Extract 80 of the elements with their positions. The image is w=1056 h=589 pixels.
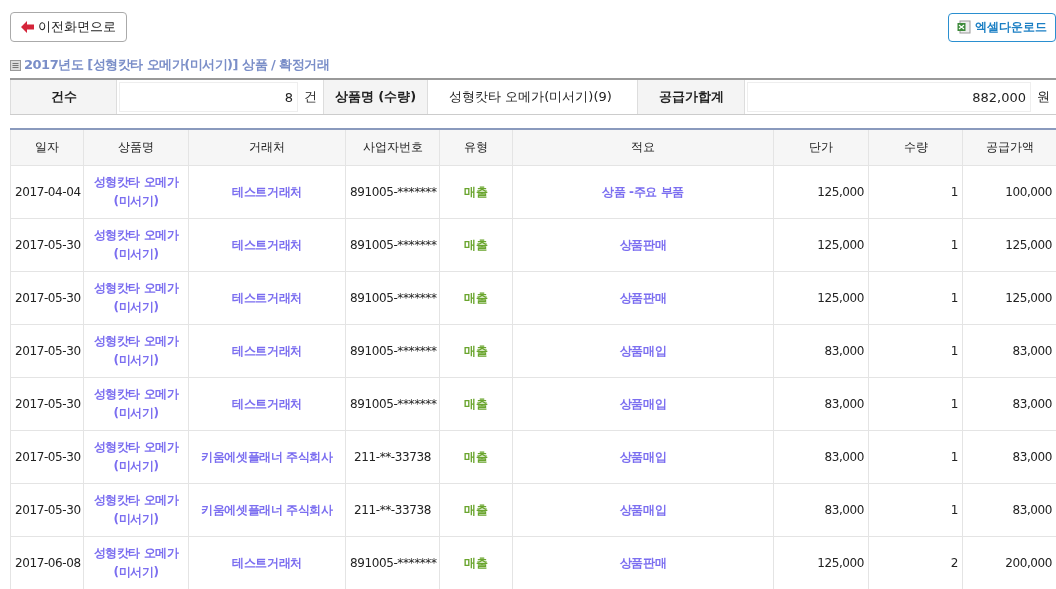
partner-link[interactable]: 키움에셋플래너 주식회사 (188, 483, 346, 537)
date-cell: 2017-06-08 (10, 536, 84, 589)
price-cell: 125,000 (773, 271, 869, 325)
back-button[interactable]: 이전화면으로 (10, 12, 127, 42)
memo-link[interactable]: 상품매입 (512, 324, 774, 378)
column-header: 유형 (439, 129, 513, 166)
column-header: 거래처 (188, 129, 346, 166)
product-link[interactable]: 성형캇타 오메가(미서기) (83, 218, 189, 272)
type-cell: 매출 (439, 377, 513, 431)
business-number-cell: 891005-******* (345, 324, 440, 378)
memo-link[interactable]: 상품매입 (512, 377, 774, 431)
price-cell: 83,000 (773, 324, 869, 378)
memo-link[interactable]: 상품매입 (512, 430, 774, 484)
partner-link[interactable]: 테스트거래처 (188, 377, 346, 431)
column-header: 적요 (512, 129, 774, 166)
memo-link[interactable]: 상품판매 (512, 271, 774, 325)
partner-link[interactable]: 테스트거래처 (188, 324, 346, 378)
total-field: 882,000 (747, 82, 1031, 112)
column-header: 사업자번호 (345, 129, 440, 166)
quantity-cell: 1 (868, 377, 963, 431)
quantity-cell: 1 (868, 218, 963, 272)
count-label: 건수 (10, 80, 117, 114)
business-number-cell: 891005-******* (345, 218, 440, 272)
product-label: 상품명 (수량) (323, 80, 428, 114)
business-number-cell: 211-**-33738 (345, 483, 440, 537)
quantity-cell: 1 (868, 430, 963, 484)
quantity-cell: 1 (868, 483, 963, 537)
column-header: 단가 (773, 129, 869, 166)
count-field: 8 (119, 82, 298, 112)
quantity-cell: 1 (868, 271, 963, 325)
price-cell: 83,000 (773, 430, 869, 484)
product-link[interactable]: 성형캇타 오메가(미서기) (83, 165, 189, 219)
excel-download-button[interactable]: 엑셀다운로드 (948, 12, 1056, 42)
memo-link[interactable]: 상품판매 (512, 218, 774, 272)
type-cell: 매출 (439, 218, 513, 272)
business-number-cell: 211-**-33738 (345, 430, 440, 484)
date-cell: 2017-05-30 (10, 324, 84, 378)
product-link[interactable]: 성형캇타 오메가(미서기) (83, 324, 189, 378)
type-cell: 매출 (439, 165, 513, 219)
partner-link[interactable]: 테스트거래처 (188, 165, 346, 219)
date-cell: 2017-04-04 (10, 165, 84, 219)
price-cell: 83,000 (773, 483, 869, 537)
list-icon (10, 59, 21, 71)
page-title: 2017년도 [성형캇타 오메가(미서기)] 상품 / 확정거래 (24, 56, 330, 74)
quantity-cell: 1 (868, 165, 963, 219)
spreadsheet-icon (957, 20, 971, 34)
type-cell: 매출 (439, 271, 513, 325)
product-link[interactable]: 성형캇타 오메가(미서기) (83, 430, 189, 484)
column-header: 상품명 (83, 129, 189, 166)
arrow-left-icon (21, 21, 35, 33)
price-cell: 83,000 (773, 377, 869, 431)
partner-link[interactable]: 테스트거래처 (188, 271, 346, 325)
product-link[interactable]: 성형캇타 오메가(미서기) (83, 377, 189, 431)
price-cell: 125,000 (773, 165, 869, 219)
column-header: 공급가액 (962, 129, 1056, 166)
date-cell: 2017-05-30 (10, 377, 84, 431)
date-cell: 2017-05-30 (10, 483, 84, 537)
business-number-cell: 891005-******* (345, 377, 440, 431)
price-cell: 125,000 (773, 218, 869, 272)
product-link[interactable]: 성형캇타 오메가(미서기) (83, 483, 189, 537)
total-label: 공급가합계 (637, 80, 745, 114)
column-header: 일자 (10, 129, 84, 166)
memo-link[interactable]: 상품매입 (512, 483, 774, 537)
business-number-cell: 891005-******* (345, 271, 440, 325)
total-unit: 원 (1037, 88, 1050, 106)
date-cell: 2017-05-30 (10, 271, 84, 325)
business-number-cell: 891005-******* (345, 165, 440, 219)
type-cell: 매출 (439, 324, 513, 378)
product-link[interactable]: 성형캇타 오메가(미서기) (83, 271, 189, 325)
partner-link[interactable]: 테스트거래처 (188, 218, 346, 272)
type-cell: 매출 (439, 430, 513, 484)
quantity-cell: 1 (868, 324, 963, 378)
date-cell: 2017-05-30 (10, 430, 84, 484)
partner-link[interactable]: 키움에셋플래너 주식회사 (188, 430, 346, 484)
column-header: 수량 (868, 129, 963, 166)
date-cell: 2017-05-30 (10, 218, 84, 272)
product-summary: 성형캇타 오메가(미서기)(9) (449, 88, 612, 106)
memo-link[interactable]: 상품 -주요 부품 (512, 165, 774, 219)
type-cell: 매출 (439, 483, 513, 537)
count-unit: 건 (304, 88, 317, 106)
